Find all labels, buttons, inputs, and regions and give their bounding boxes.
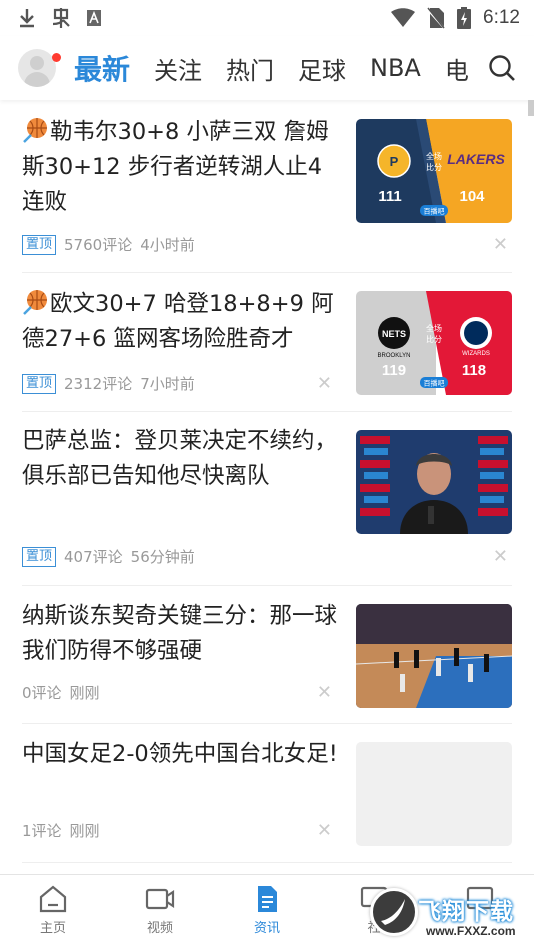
pinned-badge: 置顶 xyxy=(22,234,57,255)
comment-count: 407评论 xyxy=(64,548,123,566)
basketball-icon xyxy=(23,118,47,143)
comment-count: 5760评论 xyxy=(64,236,133,254)
watermark-url: www.FXXZ.com xyxy=(426,924,516,938)
score-card-image: P LAKERS 全场 比分 111 104 百播吧 xyxy=(356,119,512,223)
news-title[interactable]: 欧文30+7 哈登18+8+9 阿德27+6 篮网客场险胜奇才 xyxy=(22,287,344,357)
news-title[interactable]: 中国女足2-0领先中国台北女足! xyxy=(22,737,344,772)
tab-hot[interactable]: 热门 xyxy=(226,51,274,86)
dismiss-icon[interactable]: ✕ xyxy=(317,373,332,394)
interview-image xyxy=(356,430,512,534)
watermark-title: 飞翔下载 xyxy=(418,899,514,925)
news-title[interactable]: 纳斯谈东契奇关键三分：那一球我们防得不够强硬 xyxy=(22,599,344,669)
nav-news[interactable]: 资讯 xyxy=(237,885,297,936)
tab-latest[interactable]: 最新 xyxy=(74,48,130,88)
news-item[interactable]: 纳斯谈东契奇关键三分：那一球我们防得不够强硬 0评论 刚刚 ✕ xyxy=(22,586,512,724)
news-meta: 置顶 407评论 56分钟前 xyxy=(22,546,195,567)
top-nav: 最新 关注 热门 足球 NBA 电 xyxy=(0,36,534,100)
post-time: 4小时前 xyxy=(140,236,195,254)
news-thumbnail[interactable]: NETS BROOKLYN WIZARDS 全场 比分 119 118 百播吧 xyxy=(356,291,512,395)
clock: 6:12 xyxy=(483,7,520,28)
tab-football[interactable]: 足球 xyxy=(298,51,346,86)
team-right-name: WIZARDS xyxy=(462,351,490,357)
dismiss-icon[interactable]: ✕ xyxy=(317,820,332,841)
search-icon[interactable] xyxy=(488,54,516,82)
tab-esports[interactable]: 电 xyxy=(445,51,469,86)
score-left: 119 xyxy=(382,362,406,379)
font-a-icon xyxy=(87,10,101,26)
avatar-button[interactable] xyxy=(0,49,61,87)
svg-text:P: P xyxy=(390,154,399,169)
wifi-icon xyxy=(391,8,416,27)
avatar[interactable] xyxy=(18,49,56,87)
news-meta: 1评论 刚刚 xyxy=(22,820,100,841)
team-left-name: NETS xyxy=(382,329,406,339)
news-meta: 0评论 刚刚 xyxy=(22,682,100,703)
post-time: 刚刚 xyxy=(69,684,100,702)
news-title[interactable]: 勒韦尔30+8 小萨三双 詹姆斯30+12 步行者逆转湖人止4连败 xyxy=(22,115,344,220)
news-thumbnail[interactable] xyxy=(356,430,512,534)
news-item[interactable]: 巴萨总监：登贝莱决定不续约，俱乐部已告知他尽快离队 置顶 407评论 56分钟前… xyxy=(22,412,512,586)
basketball-icon xyxy=(23,290,47,315)
post-time: 7小时前 xyxy=(140,375,195,393)
watermark-logo xyxy=(370,888,418,936)
dismiss-icon[interactable]: ✕ xyxy=(317,682,332,703)
dismiss-icon[interactable]: ✕ xyxy=(493,546,508,567)
score-right: 118 xyxy=(462,362,486,379)
download-icon xyxy=(20,9,34,28)
svg-text:全场: 全场 xyxy=(426,151,442,161)
news-meta: 置顶 2312评论 7小时前 xyxy=(22,373,195,394)
status-bar: 6:12 xyxy=(0,0,534,36)
svg-text:比分: 比分 xyxy=(426,334,442,344)
news-title[interactable]: 巴萨总监：登贝莱决定不续约，俱乐部已告知他尽快离队 xyxy=(22,424,344,494)
post-time: 刚刚 xyxy=(69,822,100,840)
team-right-name: LAKERS xyxy=(447,151,505,167)
svg-text:比分: 比分 xyxy=(426,162,442,172)
svg-text:全场: 全场 xyxy=(426,323,442,333)
tab-following[interactable]: 关注 xyxy=(154,51,202,86)
no-sim-icon xyxy=(427,7,445,29)
comment-count: 0评论 xyxy=(22,684,62,702)
news-item[interactable]: 中国女足2-0领先中国台北女足! 1评论 刚刚 ✕ xyxy=(22,724,512,863)
watermark: 飞翔下载 www.FXXZ.com xyxy=(366,884,534,944)
news-item[interactable]: 欧文30+7 哈登18+8+9 阿德27+6 篮网客场险胜奇才 NETS BRO… xyxy=(22,273,512,412)
category-tabs: 最新 关注 热门 足球 NBA 电 xyxy=(74,48,474,88)
notification-dot xyxy=(52,53,61,62)
svg-text:百播吧: 百播吧 xyxy=(424,379,445,388)
score-card-image: NETS BROOKLYN WIZARDS 全场 比分 119 118 百播吧 xyxy=(356,291,512,395)
news-meta: 置顶 5760评论 4小时前 xyxy=(22,234,195,255)
pinned-badge: 置顶 xyxy=(22,373,57,394)
document-icon xyxy=(258,886,277,912)
post-time: 56分钟前 xyxy=(130,548,195,566)
comment-count: 1评论 xyxy=(22,822,62,840)
score-left: 111 xyxy=(378,188,401,205)
news-thumbnail[interactable]: P LAKERS 全场 比分 111 104 百播吧 xyxy=(356,119,512,223)
svg-text:BROOKLYN: BROOKLYN xyxy=(378,353,411,359)
comment-count: 2312评论 xyxy=(64,375,133,393)
dismiss-icon[interactable]: ✕ xyxy=(493,234,508,255)
video-icon xyxy=(145,888,175,910)
score-right: 104 xyxy=(459,188,485,205)
home-icon xyxy=(39,885,67,913)
battery-charging-icon xyxy=(457,7,472,29)
nav-home[interactable]: 主页 xyxy=(23,885,83,936)
news-thumbnail[interactable] xyxy=(356,604,512,708)
tab-nba[interactable]: NBA xyxy=(370,54,421,82)
game-footage-image xyxy=(356,604,512,708)
svg-text:百播吧: 百播吧 xyxy=(424,207,445,216)
pinned-badge: 置顶 xyxy=(22,546,57,567)
app-notification-icon xyxy=(52,8,70,28)
scroll-indicator xyxy=(528,100,534,116)
news-item[interactable]: 勒韦尔30+8 小萨三双 詹姆斯30+12 步行者逆转湖人止4连败 P LAKE… xyxy=(22,100,512,273)
news-thumbnail[interactable] xyxy=(356,742,512,846)
nav-video[interactable]: 视频 xyxy=(130,885,190,936)
